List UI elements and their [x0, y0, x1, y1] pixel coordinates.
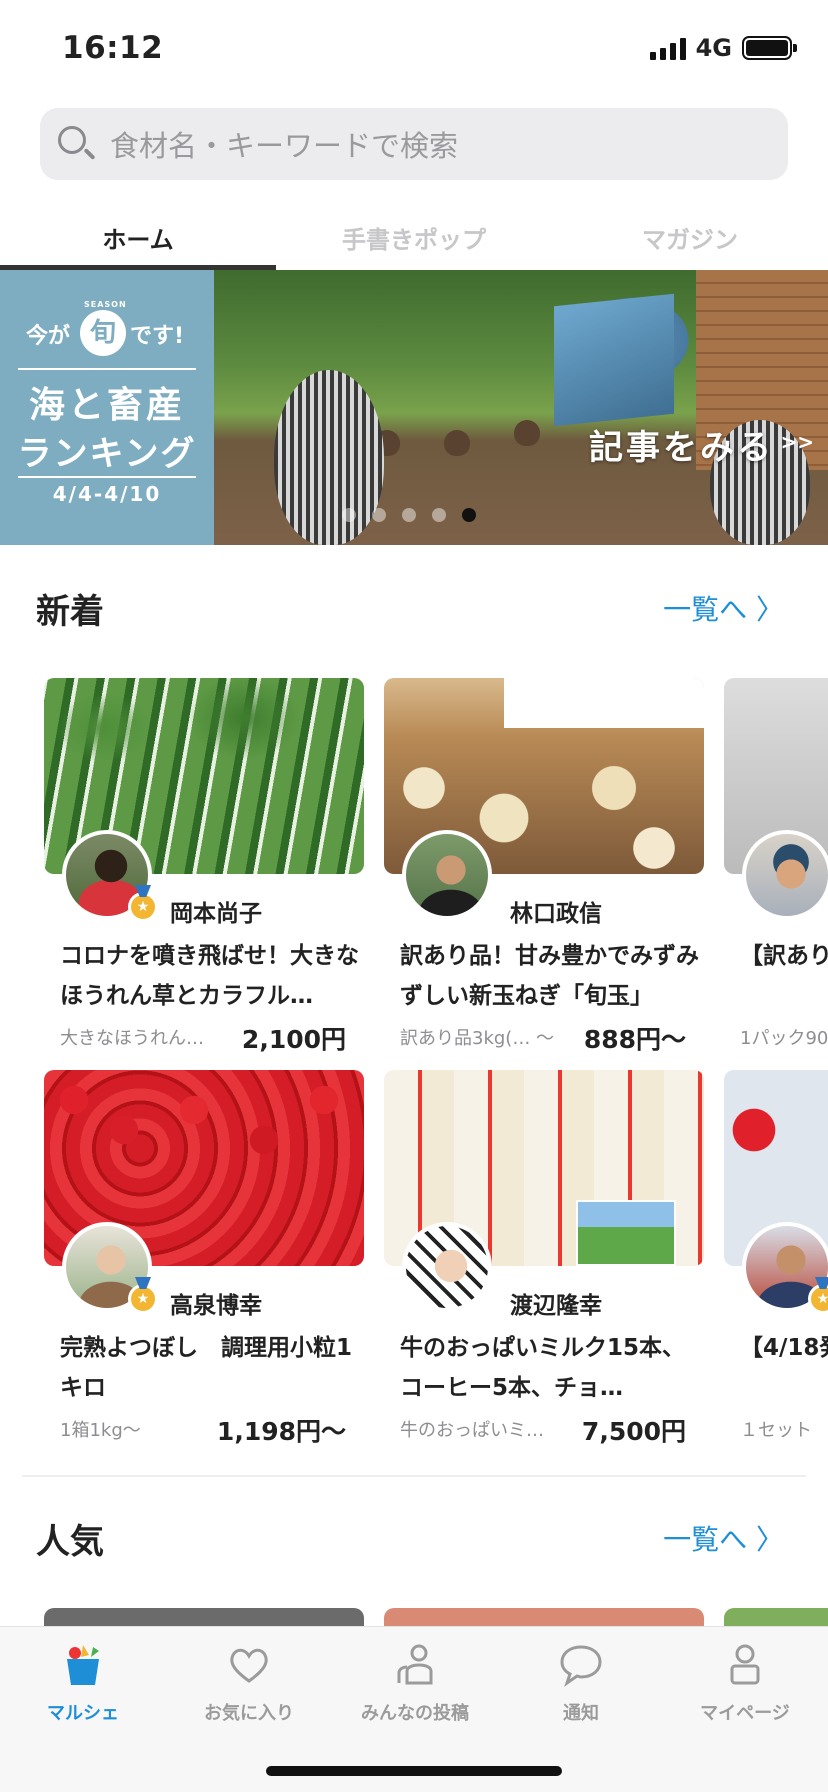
signal-icon — [649, 36, 686, 60]
popular-items-row — [44, 1608, 828, 1628]
barn-image — [554, 293, 674, 427]
banner-photo-chickens — [214, 270, 828, 545]
carousel-dot-active[interactable] — [462, 508, 476, 522]
speech-bubble-icon — [557, 1641, 605, 1689]
producer-name: 林口政信 — [510, 901, 602, 927]
carousel-dot[interactable] — [432, 508, 446, 522]
banner-cta[interactable]: 記事をみる — [589, 420, 774, 469]
status-bar: 16:12 4G — [0, 0, 828, 96]
battery-icon — [742, 36, 797, 60]
banner-divider — [18, 368, 196, 370]
product-title: 牛のおっぱいミルク15本、コーヒー5本、チョ… — [400, 1335, 686, 1401]
tab-label: マルシェ — [47, 1703, 119, 1724]
tab-notifications[interactable]: 通知 — [498, 1641, 664, 1741]
tab-mypage[interactable]: マイページ — [662, 1641, 828, 1741]
product-card[interactable] — [44, 1608, 364, 1628]
section-divider — [22, 1475, 806, 1477]
tab-posts[interactable]: みんなの投稿 — [332, 1641, 498, 1741]
banner-season-badge: 旬 — [80, 310, 126, 356]
new-section-header: 新着 一覧へ 〉 — [0, 584, 828, 644]
tab-magazine[interactable]: マガジン — [552, 206, 828, 270]
section-title-new: 新着 — [36, 592, 104, 632]
producer-name: 高泉博幸 — [170, 1293, 262, 1319]
product-price: 7,500円 — [581, 1417, 686, 1446]
tab-label: みんなの投稿 — [361, 1703, 469, 1724]
promo-banner[interactable]: SEASON 今が 旬 です! 海と畜産 ランキング 4/4-4/10 記事をみ… — [0, 270, 828, 545]
chicken-image — [444, 430, 470, 456]
section-title-popular: 人気 — [36, 1522, 104, 1562]
popular-section-header: 人気 一覧へ 〉 — [0, 1514, 828, 1574]
banner-pre-text: 今が — [26, 324, 71, 349]
status-indicators: 4G — [649, 34, 797, 62]
banner-title-line1: 海と畜産 — [28, 385, 185, 426]
product-card[interactable] — [384, 1608, 704, 1628]
producer-name: 渡辺隆幸 — [510, 1293, 602, 1319]
basket-icon — [59, 1641, 107, 1689]
product-card[interactable]: ★ 【4/18発 スイーツ １セット — [724, 1070, 828, 1450]
product-title: 完熟よつぼし 調理用小粒1キロ — [60, 1335, 353, 1401]
banner-post-text: です! — [130, 324, 185, 349]
new-items-row: ★ 高泉博幸 完熟よつぼし 調理用小粒1キロ 1箱1kg〜 1,198円〜 渡辺… — [44, 1070, 828, 1450]
tab-home[interactable]: ホーム — [0, 206, 276, 270]
tab-label: お気に入り — [204, 1703, 294, 1724]
product-title: 【訳あり サラミ5 — [740, 943, 828, 969]
product-card[interactable]: ★ 岡本尚子 コロナを噴き飛ばせ！大きなほうれん草とカラフル… 大きなほうれん…… — [44, 678, 364, 1058]
users-icon — [391, 1641, 439, 1689]
banner-cta-arrow: >> — [780, 430, 814, 454]
carousel-dot[interactable] — [402, 508, 416, 522]
product-variant: 1パック90 — [740, 1028, 828, 1049]
product-variant: 訳あり品3kg(… 〜 — [400, 1028, 555, 1049]
avatar[interactable] — [402, 830, 492, 920]
search-bar[interactable]: 食材名・キーワードで検索 — [40, 108, 788, 180]
network-type: 4G — [695, 34, 732, 62]
tab-marche[interactable]: マルシェ — [0, 1641, 166, 1741]
banner-dates: 4/4-4/10 — [52, 482, 162, 506]
view-all-popular-link[interactable]: 一覧へ 〉 — [663, 1518, 784, 1558]
status-time: 16:12 — [62, 30, 164, 66]
banner-title-line2: ランキング — [17, 434, 197, 474]
product-price: 1,198円〜 — [216, 1417, 346, 1446]
product-variant: １セット — [740, 1420, 812, 1441]
product-variant: 1箱1kg〜 — [60, 1420, 141, 1441]
product-card[interactable]: ★ 高泉博幸 完熟よつぼし 調理用小粒1キロ 1箱1kg〜 1,198円〜 — [44, 1070, 364, 1450]
medal-icon: ★ — [128, 892, 158, 922]
carousel-dot[interactable] — [342, 508, 356, 522]
product-card[interactable] — [724, 1608, 828, 1628]
product-variant: 牛のおっぱいミ… — [400, 1420, 544, 1441]
product-title: コロナを噴き飛ばせ！大きなほうれん草とカラフル… — [60, 943, 359, 1009]
medal-icon: ★ — [128, 1284, 158, 1314]
top-tabs: ホーム 手書きポップ マガジン — [0, 206, 828, 270]
home-indicator[interactable] — [266, 1766, 562, 1776]
product-price: 888円〜 — [583, 1025, 686, 1054]
avatar[interactable] — [742, 830, 828, 920]
product-card[interactable]: 【訳あり サラミ5 1パック90 — [724, 678, 828, 1058]
product-card[interactable]: 林口政信 訳あり品！甘み豊かでみずみずしい新玉ねぎ「旬玉」 訳あり品3kg(… … — [384, 678, 704, 1058]
medal-icon: ★ — [808, 1284, 828, 1314]
carousel-dot[interactable] — [372, 508, 386, 522]
product-price: 2,100円 — [241, 1025, 346, 1054]
banner-divider — [18, 476, 196, 478]
search-input[interactable]: 食材名・キーワードで検索 — [110, 123, 458, 165]
carousel-dots — [342, 508, 476, 522]
product-card[interactable]: 渡辺隆幸 牛のおっぱいミルク15本、コーヒー5本、チョ… 牛のおっぱいミ… 7,… — [384, 1070, 704, 1450]
product-variant: 大きなほうれん… — [60, 1028, 204, 1049]
tab-handwritten-pop[interactable]: 手書きポップ — [276, 206, 552, 270]
chicken-image — [514, 420, 540, 446]
banner-text-panel: SEASON 今が 旬 です! 海と畜産 ランキング 4/4-4/10 — [0, 270, 214, 545]
tab-favorites[interactable]: お気に入り — [166, 1641, 332, 1741]
product-title: 【4/18発 スイーツ — [740, 1335, 828, 1361]
person-icon — [721, 1641, 769, 1689]
product-title: 訳あり品！甘み豊かでみずみずしい新玉ねぎ「旬玉」 — [400, 943, 699, 1009]
new-items-row: ★ 岡本尚子 コロナを噴き飛ばせ！大きなほうれん草とカラフル… 大きなほうれん…… — [44, 678, 828, 1058]
producer-name: 岡本尚子 — [170, 901, 262, 927]
banner-season-label: SEASON — [84, 300, 127, 309]
tab-label: 通知 — [563, 1703, 599, 1724]
avatar[interactable] — [402, 1222, 492, 1312]
search-icon — [54, 122, 98, 166]
heart-icon — [225, 1641, 273, 1689]
view-all-new-link[interactable]: 一覧へ 〉 — [663, 588, 784, 628]
tab-label: マイページ — [700, 1703, 790, 1724]
